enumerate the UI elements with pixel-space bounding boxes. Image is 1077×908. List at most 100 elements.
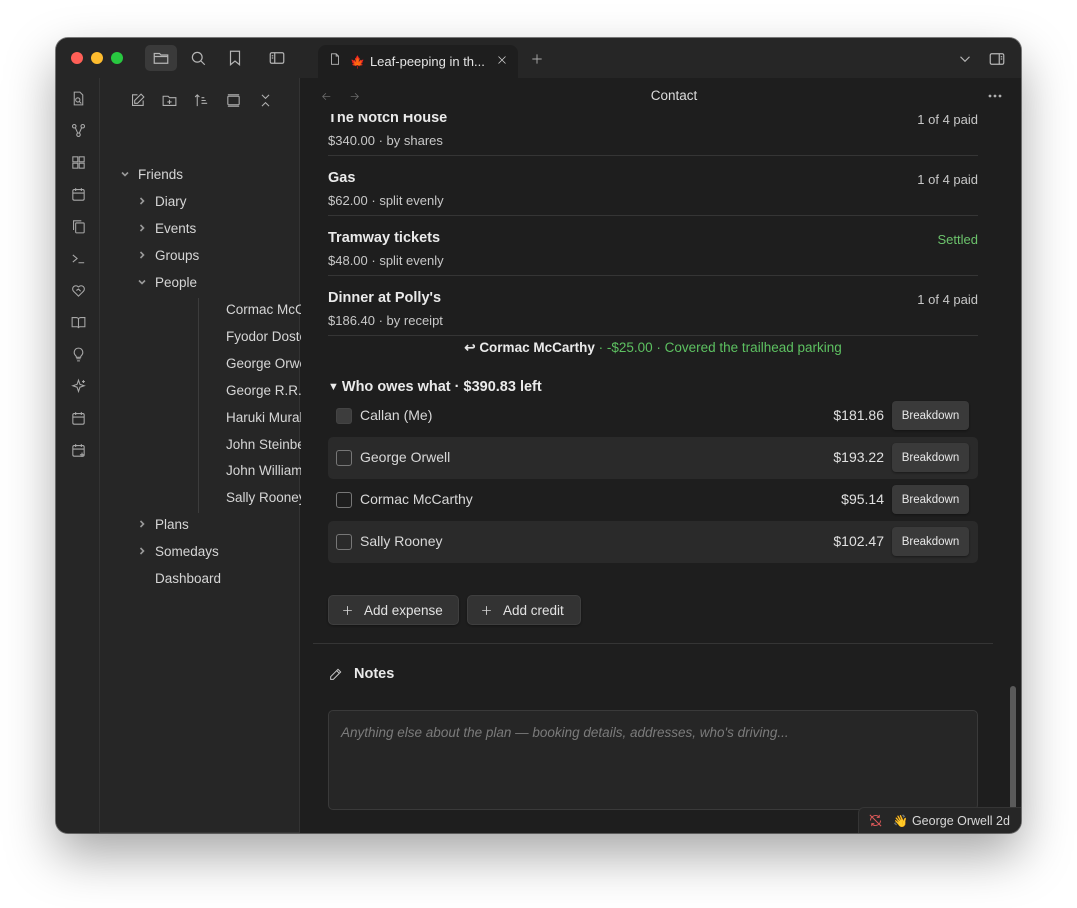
file-john-williams[interactable]: John Williams — [226, 458, 309, 482]
section-divider — [313, 643, 993, 644]
credit-person: Cormac McCarthy — [479, 340, 595, 355]
folder-events[interactable]: Events — [135, 216, 196, 240]
new-folder-icon[interactable] — [158, 89, 180, 111]
sparkles-icon[interactable] — [67, 375, 89, 397]
paid-checkbox[interactable] — [336, 450, 352, 466]
right-sidebar-toggle-icon[interactable] — [986, 48, 1008, 70]
indent-guide — [198, 298, 199, 513]
file-explorer: Friends Diary Events Groups People Corma… — [100, 78, 339, 833]
tree-item-label: Events — [155, 220, 197, 236]
file-dashboard[interactable]: Dashboard — [155, 566, 221, 590]
owe-amount: $95.14 — [841, 491, 884, 507]
breakdown-button[interactable]: Breakdown — [892, 401, 969, 430]
calendar-grid-icon[interactable] — [67, 407, 89, 429]
paid-checkbox[interactable] — [336, 534, 352, 550]
heart-handshake-icon[interactable] — [67, 279, 89, 301]
view-header-title: Contact — [650, 88, 698, 103]
tab-title: Leaf-peeping in th... — [369, 54, 485, 69]
tree-item-label: Diary — [155, 193, 187, 209]
expense-summary: $186.40 · by receipt — [328, 313, 443, 328]
zoom-window-button[interactable] — [111, 52, 123, 64]
expense-row[interactable]: The Notch House $340.00 · by shares 1 of… — [328, 114, 978, 156]
add-credit-button[interactable]: Add credit — [467, 595, 581, 625]
folder-plans[interactable]: Plans — [135, 512, 189, 536]
breakdown-button[interactable]: Breakdown — [892, 443, 969, 472]
owe-row: Callan (Me) $181.86 Breakdown — [328, 395, 978, 437]
expense-row[interactable]: Gas $62.00 · split evenly 1 of 4 paid — [328, 156, 978, 216]
paid-checkbox[interactable] — [336, 492, 352, 508]
folder-groups[interactable]: Groups — [135, 243, 199, 267]
file-sally-rooney[interactable]: Sally Rooney — [226, 485, 306, 509]
lightbulb-icon[interactable] — [67, 343, 89, 365]
open-quick-switcher-icon[interactable] — [67, 87, 89, 109]
return-arrow-icon: ↩ — [464, 340, 476, 355]
more-options-icon[interactable] — [985, 87, 1005, 105]
chevron-right-icon — [135, 194, 149, 208]
left-sidebar-toggle-icon[interactable] — [261, 45, 293, 71]
expense-name: Gas — [328, 170, 356, 186]
notes-textarea[interactable]: Anything else about the plan — booking d… — [328, 710, 978, 810]
app-window: 🍁 Leaf-peeping in th... Friends Diary Ev… — [56, 38, 1021, 833]
chevron-right-icon — [135, 248, 149, 262]
expense-status-settled: Settled — [937, 232, 978, 247]
folder-somedays[interactable]: Somedays — [135, 539, 219, 563]
active-tab[interactable]: 🍁 Leaf-peeping in th... — [318, 45, 518, 78]
folder-friends[interactable]: Friends — [118, 162, 183, 186]
paid-checkbox[interactable] — [336, 408, 352, 424]
new-tab-plus-icon[interactable] — [526, 48, 548, 70]
owe-person-name: Cormac McCarthy — [360, 491, 473, 507]
bookmark-icon[interactable] — [219, 45, 251, 71]
chevron-right-icon — [135, 221, 149, 235]
breakdown-button[interactable]: Breakdown — [892, 485, 969, 514]
expense-status: 1 of 4 paid — [917, 114, 978, 127]
search-icon[interactable] — [182, 45, 214, 71]
document-icon — [328, 52, 342, 71]
pencil-icon — [330, 668, 342, 680]
owe-row: Cormac McCarthy $95.14 Breakdown — [328, 479, 978, 521]
file-george-orwell[interactable]: George Orwell — [226, 351, 313, 375]
new-note-icon[interactable] — [126, 89, 148, 111]
sidebar-footer-divider — [100, 832, 300, 833]
expense-row[interactable]: Dinner at Polly's $186.40 · by receipt 1… — [328, 276, 978, 336]
chevron-down-icon — [135, 275, 149, 289]
waving-hand-icon: 👋 — [893, 813, 908, 828]
editor-pane: Contact The Notch House $340.00 · by sha… — [301, 78, 1021, 833]
breakdown-button[interactable]: Breakdown — [892, 527, 969, 556]
close-window-button[interactable] — [71, 52, 83, 64]
folder-diary[interactable]: Diary — [135, 189, 187, 213]
sort-order-icon[interactable] — [190, 89, 212, 111]
plus-icon — [343, 605, 352, 615]
owe-amount: $181.86 — [833, 407, 884, 423]
templates-copy-icon[interactable] — [67, 215, 89, 237]
last-edited-status[interactable]: George Orwell 2d — [912, 814, 1010, 828]
graph-view-icon[interactable] — [67, 119, 89, 141]
calendar-plus-icon[interactable] — [67, 439, 89, 461]
close-tab-icon[interactable] — [496, 53, 508, 71]
credit-entry[interactable]: ↩ Cormac McCarthy · -$25.00 · Covered th… — [328, 340, 978, 356]
sync-error-icon[interactable] — [867, 813, 883, 829]
tree-item-label: Dashboard — [155, 570, 222, 586]
who-owes-heading-text: Who owes what · $390.83 left — [341, 379, 542, 395]
book-open-icon[interactable] — [67, 311, 89, 333]
add-expense-label: Add expense — [364, 602, 443, 618]
notes-heading: Notes — [328, 666, 394, 682]
collapse-triangle-icon[interactable]: ▼ — [328, 381, 339, 393]
tree-item-label: Somedays — [155, 543, 219, 559]
tree-item-label: Groups — [155, 247, 200, 263]
folder-icon[interactable] — [145, 45, 177, 71]
who-owes-heading[interactable]: ▼ Who owes what · $390.83 left — [328, 379, 542, 395]
owe-row: Sally Rooney $102.47 Breakdown — [328, 521, 978, 563]
tree-item-label: George Orwell — [226, 355, 314, 371]
canvas-grid-icon[interactable] — [67, 151, 89, 173]
tab-list-chevron-icon[interactable] — [954, 48, 976, 70]
terminal-icon[interactable] — [67, 247, 89, 269]
auto-reveal-icon[interactable] — [222, 89, 244, 111]
daily-note-calendar-icon[interactable] — [67, 183, 89, 205]
folder-people[interactable]: People — [135, 270, 197, 294]
expense-row[interactable]: Tramway tickets $48.00 · split evenly Se… — [328, 216, 978, 276]
add-expense-button[interactable]: Add expense — [328, 595, 459, 625]
owe-person-name: Sally Rooney — [360, 533, 443, 549]
notes-heading-text: Notes — [354, 666, 395, 682]
collapse-all-icon[interactable] — [254, 89, 276, 111]
minimize-window-button[interactable] — [91, 52, 103, 64]
